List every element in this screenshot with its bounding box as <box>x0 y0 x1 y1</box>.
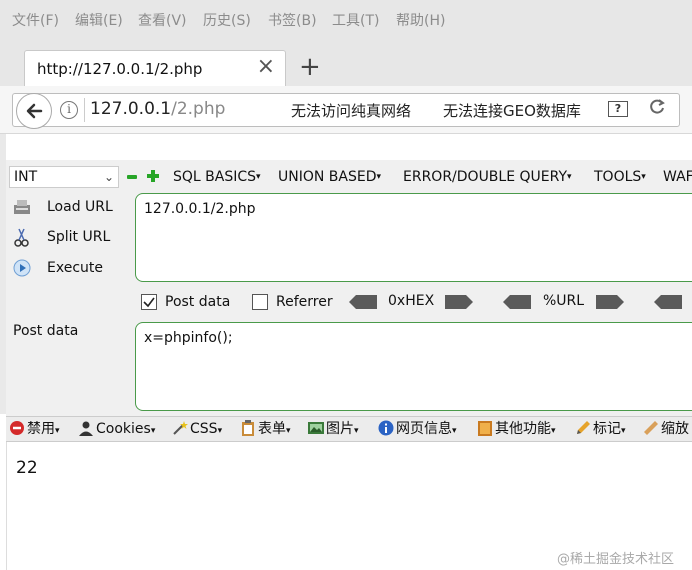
dropdown-icon: ▾ <box>256 172 261 182</box>
watermark: @稀土掘金技术社区 <box>557 552 675 567</box>
menu-history[interactable]: 历史(S) <box>203 10 251 30</box>
menu-file[interactable]: 文件(F) <box>12 10 59 30</box>
referrer-checkbox[interactable] <box>252 294 268 310</box>
magic-wand-icon <box>173 421 188 435</box>
scissors-icon <box>14 228 29 247</box>
type-select-value: INT <box>14 169 38 185</box>
minus-icon[interactable] <box>127 175 137 179</box>
load-url-label: Load URL <box>47 199 113 215</box>
url-encode-label: %URL <box>543 293 585 309</box>
dropdown-icon: ▾ <box>452 426 457 436</box>
menu-tools[interactable]: 工具(T) <box>332 10 379 30</box>
split-url-label: Split URL <box>47 229 111 245</box>
menu-union-based-label: UNION BASED <box>278 169 377 185</box>
menu-bar: 文件(F) 编辑(E) 查看(V) 历史(S) 书签(B) 工具(T) 帮助(H… <box>0 0 692 38</box>
disable-icon <box>10 421 24 435</box>
dropdown-icon: ▾ <box>551 426 556 436</box>
wd-css[interactable]: CSS▾ <box>172 419 222 439</box>
tab-strip: http://127.0.0.1/2.php × + <box>0 38 692 86</box>
wd-css-label: CSS <box>190 421 218 437</box>
wd-forms-label: 表单 <box>258 421 286 437</box>
post-data-checkbox[interactable] <box>141 294 157 310</box>
wd-cookies-label: Cookies <box>96 421 151 437</box>
wd-page-info[interactable]: 网页信息▾ <box>378 419 457 439</box>
chevron-down-icon: ⌄ <box>103 170 114 184</box>
wd-outline[interactable]: 标记▾ <box>575 419 626 439</box>
menu-sql-basics[interactable]: SQL BASICS▾ <box>173 169 261 185</box>
dropdown-icon: ▾ <box>354 426 359 436</box>
address-divider <box>84 98 85 122</box>
wd-zoom-label: 缩放 <box>661 421 689 437</box>
page-output: 22 <box>16 458 38 478</box>
clipboard-icon <box>242 420 254 436</box>
back-button[interactable] <box>16 93 52 129</box>
wd-disable[interactable]: 禁用▾ <box>9 419 60 439</box>
dropdown-icon: ▾ <box>150 426 156 436</box>
hex-label: 0xHEX <box>388 293 435 309</box>
status-message-network: 无法访问纯真网络 <box>291 102 412 120</box>
menu-union-based[interactable]: UNION BASED▾ <box>278 169 381 185</box>
user-icon <box>79 421 93 436</box>
url-path: /2.php <box>171 99 226 119</box>
help-icon[interactable]: ? <box>608 101 628 117</box>
tab-title: http://127.0.0.1/2.php <box>37 60 203 78</box>
ruler-icon <box>644 421 658 435</box>
execute-label: Execute <box>47 260 103 276</box>
folder-icon <box>478 421 492 436</box>
menu-tools-label: TOOLS <box>594 169 642 185</box>
post-data-textarea[interactable]: x=phpinfo(); <box>135 322 692 411</box>
wd-outline-label: 标记 <box>593 421 621 437</box>
dropdown-icon: ▾ <box>217 426 223 436</box>
menu-error-double-query-label: ERROR/DOUBLE QUERY <box>403 169 568 185</box>
status-message-geo: 无法连接GEO数据库 <box>443 102 581 120</box>
menu-view[interactable]: 查看(V) <box>138 10 187 30</box>
post-data-check-label: Post data <box>165 294 231 310</box>
menu-waf[interactable]: WAF <box>663 169 692 185</box>
tab-current[interactable]: http://127.0.0.1/2.php × <box>24 50 286 86</box>
dropdown-icon: ▾ <box>621 426 626 436</box>
reload-icon[interactable] <box>648 98 666 121</box>
url-textarea[interactable]: 127.0.0.1/2.php <box>135 193 692 282</box>
type-select[interactable]: INT ⌄ <box>9 166 119 188</box>
pencil-icon <box>577 421 590 434</box>
menu-edit[interactable]: 编辑(E) <box>75 10 123 30</box>
wd-disable-label: 禁用 <box>27 421 55 437</box>
menu-error-double-query[interactable]: ERROR/DOUBLE QUERY▾ <box>403 169 572 185</box>
menu-bookmarks[interactable]: 书签(B) <box>268 10 317 30</box>
wd-zoom[interactable]: 缩放 <box>643 419 689 439</box>
dropdown-icon: ▾ <box>55 426 60 436</box>
menu-sql-basics-label: SQL BASICS <box>173 169 257 185</box>
wd-forms[interactable]: 表单▾ <box>240 419 291 439</box>
wd-page-info-label: 网页信息 <box>396 421 452 437</box>
wd-cookies[interactable]: Cookies▾ <box>78 419 155 439</box>
dropdown-icon: ▾ <box>376 172 382 182</box>
close-icon[interactable]: × <box>257 55 275 79</box>
dropdown-icon: ▾ <box>641 172 646 182</box>
new-tab-plus-icon[interactable]: + <box>299 52 321 82</box>
checkmark-icon <box>143 297 155 308</box>
wd-misc-label: 其他功能 <box>495 421 551 437</box>
plus-icon[interactable] <box>147 170 159 182</box>
referrer-check-label: Referrer <box>276 294 333 310</box>
info-icon[interactable]: i <box>60 101 78 119</box>
load-url-icon <box>14 200 30 214</box>
play-icon <box>13 259 31 277</box>
wd-images-label: 图片 <box>326 421 354 437</box>
url-host: 127.0.0.1 <box>90 99 172 119</box>
address-text[interactable]: 127.0.0.1/2.php <box>90 99 225 119</box>
info-circle-icon <box>378 420 394 436</box>
back-arrow-icon <box>26 103 43 119</box>
menu-help[interactable]: 帮助(H) <box>396 10 445 30</box>
wd-misc[interactable]: 其他功能▾ <box>477 419 556 439</box>
image-icon <box>308 422 324 434</box>
dropdown-icon: ▾ <box>286 426 291 436</box>
wd-images[interactable]: 图片▾ <box>308 419 359 439</box>
dropdown-icon: ▾ <box>567 172 572 182</box>
post-data-label: Post data <box>13 323 79 339</box>
menu-tools-hackbar[interactable]: TOOLS▾ <box>594 169 646 185</box>
